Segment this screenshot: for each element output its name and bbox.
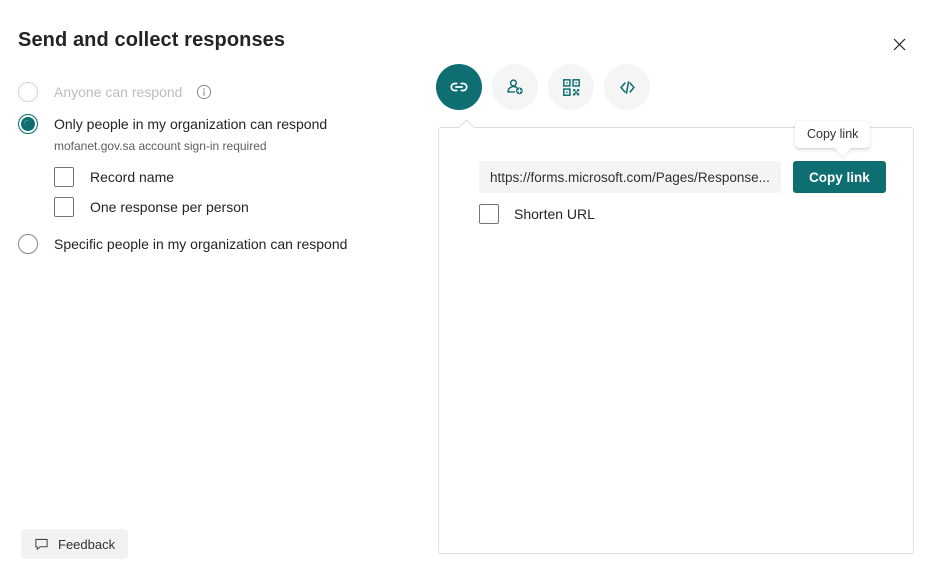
radio-anyone xyxy=(18,82,38,102)
copy-link-tooltip: Copy link xyxy=(795,121,870,148)
organization-signin-note: mofanet.gov.sa account sign-in required xyxy=(54,138,408,154)
radio-anyone-label: Anyone can respond xyxy=(54,82,182,102)
feedback-button[interactable]: Feedback xyxy=(21,529,128,559)
radio-option-specific-people[interactable]: Specific people in my organization can r… xyxy=(18,228,408,260)
radio-specific-people-label: Specific people in my organization can r… xyxy=(54,234,347,254)
checkbox-one-response-per-person[interactable] xyxy=(54,197,74,217)
qr-code-icon xyxy=(561,77,582,98)
tab-qr-code[interactable] xyxy=(548,64,594,110)
close-button[interactable] xyxy=(883,28,915,60)
copy-link-button[interactable]: Copy link xyxy=(793,161,886,193)
embed-code-icon xyxy=(617,77,638,98)
checkbox-record-name[interactable] xyxy=(54,167,74,187)
shorten-url-label: Shorten URL xyxy=(514,204,595,224)
close-icon xyxy=(893,38,906,51)
checkbox-row-one-response[interactable]: One response per person xyxy=(54,192,408,222)
shorten-url-row[interactable]: Shorten URL xyxy=(479,204,595,224)
checkbox-row-record-name[interactable]: Record name xyxy=(54,162,408,192)
info-icon[interactable] xyxy=(196,84,212,100)
share-link-panel: Copy link Shorten URL xyxy=(438,127,914,554)
link-icon xyxy=(448,76,470,98)
radio-option-anyone: Anyone can respond xyxy=(18,76,408,108)
link-row: Copy link xyxy=(479,161,886,193)
radio-organization[interactable] xyxy=(18,114,38,134)
checkbox-one-response-label: One response per person xyxy=(90,197,249,217)
audience-options: Anyone can respond Only people in my org… xyxy=(18,76,408,260)
checkbox-record-name-label: Record name xyxy=(90,167,174,187)
checkbox-shorten-url[interactable] xyxy=(479,204,499,224)
share-url-input[interactable] xyxy=(479,161,781,193)
radio-organization-label: Only people in my organization can respo… xyxy=(54,114,327,134)
tab-link[interactable] xyxy=(436,64,482,110)
radio-specific-people[interactable] xyxy=(18,234,38,254)
page-title: Send and collect responses xyxy=(18,29,285,52)
comment-icon xyxy=(34,537,49,552)
person-add-icon xyxy=(504,76,526,98)
feedback-label: Feedback xyxy=(58,537,115,552)
radio-option-organization[interactable]: Only people in my organization can respo… xyxy=(18,108,408,140)
tab-invite-people[interactable] xyxy=(492,64,538,110)
tab-embed-code[interactable] xyxy=(604,64,650,110)
panel-notch xyxy=(459,120,475,128)
share-tabs xyxy=(436,64,650,110)
